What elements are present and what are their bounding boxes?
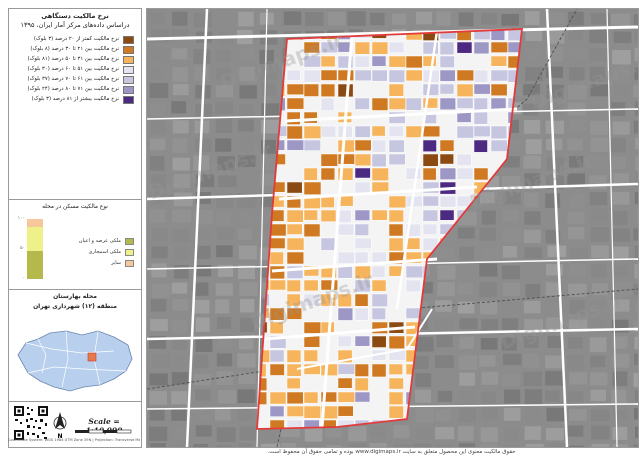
qr-code xyxy=(13,405,49,441)
legend-panel: نرخ مالکیت دستگاهی دراساس داده‌های مرکز … xyxy=(8,8,142,448)
legend-item: نرخ مالکیت بین ۲۱ تا ۳۰ درصد (۸ بلوک) xyxy=(13,45,137,54)
legend-swatch xyxy=(123,86,134,94)
legend-item-label: نرخ مالکیت بیشتر از ۸۱ درصد (۳ بلوک) xyxy=(31,96,119,102)
legend-item-label: نرخ مالکیت کمتر از ۲۰ درصد (۳ بلوک) xyxy=(33,36,119,42)
legend-item: نرخ مالکیت کمتر از ۲۰ درصد (۳ بلوک) xyxy=(13,35,137,44)
legend-item: نرخ مالکیت بین ۳۱ تا ۵۰ درصد (۸۱ بلوک) xyxy=(13,55,137,64)
legend-item: نرخ مالکیت بین ۵۱ تا ۶۰ درصد (۳۰ بلوک) xyxy=(13,65,137,74)
legend-title: نرخ مالکیت دستگاهی xyxy=(41,12,109,20)
chart-legend-swatch xyxy=(125,260,134,267)
chart-bar-segment xyxy=(27,227,43,252)
legend-swatch xyxy=(123,36,134,44)
chart-legend-label: سایر xyxy=(111,260,121,266)
legend-item-label: نرخ مالکیت بین ۲۱ تا ۳۰ درصد (۸ بلوک) xyxy=(30,46,119,52)
footer-coordinate-note: Coordinate System: WGS 1984 UTM Zone 39N… xyxy=(8,438,140,442)
map-frame[interactable]: Digimaps.ir Digimaps.ir Digimaps.ir Digi… xyxy=(146,8,639,448)
legend-subtitle: دراساس داده‌های مرکز آمار ایران، ۱۳۹۵ xyxy=(20,21,130,29)
chart-legend-item: ملکی عرصه و اعیان xyxy=(49,237,135,245)
chart-axis-label: ۰ xyxy=(22,276,25,281)
chart-axis-label: ۱۰۰ xyxy=(17,216,25,221)
chart-legend-item: ملکی استیجاری xyxy=(49,248,135,256)
inset-highlight xyxy=(87,352,97,362)
chart-title: نوع مالکیت مسکن در محله xyxy=(42,204,108,210)
inset-map xyxy=(12,315,138,399)
legend-item-label: نرخ مالکیت بین ۷۱ تا ۸۰ درصد (۲۴ بلوک) xyxy=(27,86,119,92)
legend-item: نرخ مالکیت بیشتر از ۸۱ درصد (۳ بلوک) xyxy=(13,95,137,104)
neighborhood-map xyxy=(147,9,638,447)
chart-bar-segment xyxy=(27,219,43,228)
scale-bar xyxy=(75,429,132,434)
legend-item-label: نرخ مالکیت بین ۵۱ تا ۶۰ درصد (۳۰ بلوک) xyxy=(27,66,119,72)
chart-legend-swatch xyxy=(125,249,134,256)
legend-item-label: نرخ مالکیت بین ۶۱ تا ۷۰ درصد (۳۷ بلوک) xyxy=(27,76,119,82)
location-region: منطقه (۱۲) شهرداری تهران xyxy=(33,303,117,310)
chart-legend-item: سایر xyxy=(49,259,135,267)
legend-swatch xyxy=(123,46,134,54)
legend-item: نرخ مالکیت بین ۷۱ تا ۸۰ درصد (۲۴ بلوک) xyxy=(13,85,137,94)
footer-copyright: حقوق مالکیت معنوی این محصول متعلق به سای… xyxy=(267,449,516,455)
location-name: محله بهارستان xyxy=(53,293,97,300)
legend-swatch xyxy=(123,56,134,64)
chart-axis-label: ۵۰ xyxy=(20,246,25,251)
chart-legend-swatch xyxy=(125,238,134,245)
legend-swatch xyxy=(123,76,134,84)
legend-swatch xyxy=(123,66,134,74)
legend-item: نرخ مالکیت بین ۶۱ تا ۷۰ درصد (۳۷ بلوک) xyxy=(13,75,137,84)
chart-legend-label: ملکی استیجاری xyxy=(88,249,121,255)
legend-item-label: نرخ مالکیت بین ۳۱ تا ۵۰ درصد (۸۱ بلوک) xyxy=(27,56,119,62)
chart-legend-label: ملکی عرصه و اعیان xyxy=(78,238,121,244)
page: { "legend": { "title": "نرخ مالکیت دستگا… xyxy=(0,0,643,461)
legend-swatch xyxy=(123,96,134,104)
chart-bar-segment xyxy=(27,251,43,279)
